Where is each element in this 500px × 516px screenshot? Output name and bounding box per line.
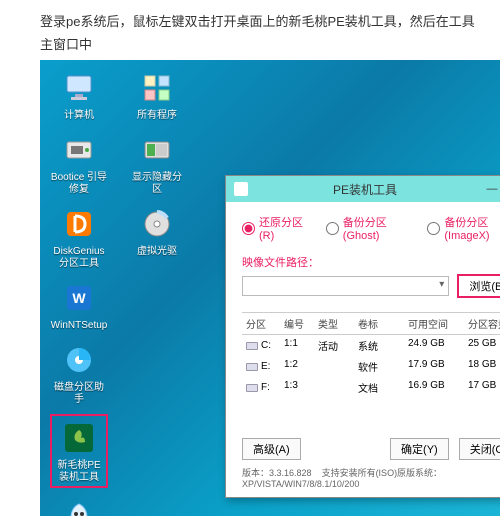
desktop-icon-urun[interactable]: U手动运行: [50, 496, 108, 516]
desktop-icon-xmtpe[interactable]: 新毛桃PE装机工具: [50, 414, 108, 488]
radio-restore[interactable]: 还原分区 (R): [242, 214, 308, 242]
window-footer: 版本：3.3.16.828 支持安装所有(ISO)原版系统：XP/VISTA/W…: [242, 460, 500, 489]
icon-label: 所有程序: [137, 110, 177, 122]
icon-label: 显示隐藏分区: [128, 172, 186, 196]
close-dialog-button[interactable]: 关闭(C): [459, 438, 500, 460]
window-title: PE装机工具: [252, 181, 478, 198]
ok-button[interactable]: 确定(Y): [390, 438, 449, 460]
radio-backup-imagex[interactable]: 备份分区 (ImageX): [427, 214, 500, 242]
bootice-icon: [59, 130, 99, 170]
disk-icon: [246, 363, 258, 371]
urun-icon: [59, 496, 99, 516]
icon-label: Bootice 引导修复: [50, 172, 108, 196]
image-path-label: 映像文件路径：: [242, 254, 319, 270]
desktop-icon-winntsetup[interactable]: W WinNTSetup: [50, 278, 108, 332]
winntsetup-icon: W: [59, 278, 99, 318]
partition-table: 分区 编号 类型 卷标 可用空间 分区容量 C:1:1活动系统24.9 GB25…: [242, 312, 500, 398]
desktop: 计算机 Bootice 引导修复 DiskGenius分区工具 W WinNTSetup…: [40, 60, 500, 516]
desktop-icon-bootice[interactable]: Bootice 引导修复: [50, 130, 108, 196]
showhidden-icon: [137, 130, 177, 170]
icon-label: 新毛桃PE装机工具: [54, 460, 104, 484]
diskhelper-icon: [59, 340, 99, 380]
app-icon: [234, 182, 248, 196]
icon-label: 磁盘分区助手: [50, 382, 108, 406]
disk-icon: [246, 384, 258, 392]
image-path-combobox[interactable]: [242, 276, 449, 296]
version-text: 版本：3.3.16.828: [242, 468, 312, 478]
desktop-icon-programs[interactable]: 所有程序: [128, 68, 186, 122]
icon-label: WinNTSetup: [51, 320, 108, 332]
browse-button[interactable]: 浏览(B): [457, 274, 500, 298]
table-row[interactable]: C:1:1活动系统24.9 GB25 GB: [242, 335, 500, 356]
xmtpe-icon: [59, 418, 99, 458]
icon-label: 计算机: [64, 110, 94, 122]
window-content: 还原分区 (R) 备份分区 (Ghost) 备份分区 (ImageX) 映像文件…: [226, 202, 500, 497]
titlebar[interactable]: PE装机工具 — ×: [226, 176, 500, 202]
desktop-icon-computer[interactable]: 计算机: [50, 68, 108, 122]
computer-icon: [59, 68, 99, 108]
disk-icon: [246, 342, 258, 350]
desktop-icon-diskgenius[interactable]: DiskGenius分区工具: [50, 204, 108, 270]
desktop-icons: 计算机 Bootice 引导修复 DiskGenius分区工具 W WinNTSetup…: [50, 68, 186, 516]
table-row[interactable]: F:1:3文档16.9 GB17 GB: [242, 377, 500, 398]
minimize-button[interactable]: —: [478, 179, 500, 199]
mode-radios: 还原分区 (R) 备份分区 (Ghost) 备份分区 (ImageX): [242, 214, 500, 242]
diskgenius-icon: [59, 204, 99, 244]
icon-label: DiskGenius分区工具: [50, 246, 108, 270]
table-header: 分区 编号 类型 卷标 可用空间 分区容量: [242, 313, 500, 335]
icon-label: 虚拟光驱: [137, 246, 177, 258]
desktop-icon-virtualcd[interactable]: 虚拟光驱: [128, 204, 186, 258]
action-buttons: 高级(A) 确定(Y) 关闭(C): [242, 438, 500, 460]
pe-tool-window: PE装机工具 — × 还原分区 (R) 备份分区 (Ghost) 备份分区 (I…: [225, 175, 500, 498]
table-row[interactable]: E:1:2软件17.9 GB18 GB: [242, 356, 500, 377]
radio-backup-ghost[interactable]: 备份分区 (Ghost): [326, 214, 410, 242]
desktop-icon-showhidden[interactable]: 显示隐藏分区: [128, 130, 186, 196]
advanced-button[interactable]: 高级(A): [242, 438, 301, 460]
virtualcd-icon: [137, 204, 177, 244]
doc-line1: 登录pe系统后，鼠标左键双击打开桌面上的新毛桃PE装机工具，然后在工具主窗口中: [40, 14, 475, 52]
svg-text:W: W: [72, 290, 86, 306]
programs-icon: [137, 68, 177, 108]
desktop-icon-diskhelper[interactable]: 磁盘分区助手: [50, 340, 108, 406]
